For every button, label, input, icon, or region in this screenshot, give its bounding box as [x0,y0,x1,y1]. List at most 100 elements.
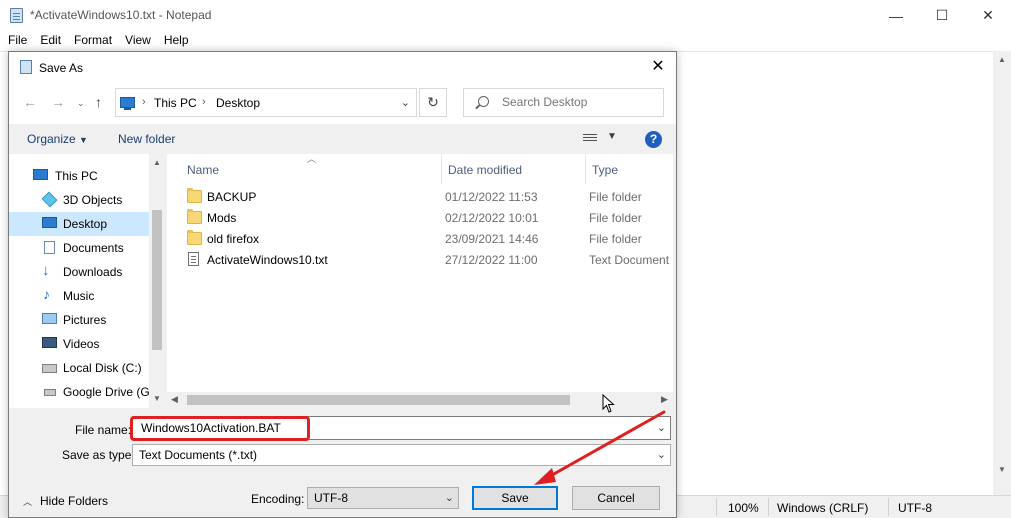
breadcrumb-this-pc[interactable]: This PC [154,96,197,110]
file-row-mods[interactable]: Mods 02/12/2022 10:01 File folder [179,208,673,229]
notepad-vertical-scrollbar[interactable]: ▲ ▼ [993,51,1011,495]
nav-item-documents[interactable]: Documents [9,236,149,260]
notepad-menu-bar: File Edit Format View Help [0,31,1011,51]
nav-item-this-pc[interactable]: This PC [9,164,149,188]
download-icon: ↓ [42,262,50,279]
nav-item-3d-objects[interactable]: 3D Objects [9,188,149,212]
save-as-type-value: Text Documents (*.txt) [139,448,258,462]
nav-item-label: Pictures [63,313,107,327]
menu-view[interactable]: View [117,31,156,51]
status-separator [716,498,717,516]
cancel-button[interactable]: Cancel [572,486,660,510]
scroll-down-icon[interactable]: ▼ [998,465,1006,474]
column-header-type[interactable]: Type [592,163,618,177]
notepad-icon [10,8,23,23]
menu-help[interactable]: Help [156,31,194,51]
chevron-down-icon[interactable]: ⌄ [445,491,454,504]
menu-file[interactable]: File [0,31,32,51]
nav-item-pictures[interactable]: Pictures [9,308,149,332]
help-icon[interactable]: ? [645,131,662,148]
organize-label: Organize [27,132,76,146]
organize-button[interactable]: Organize ▼ [27,132,88,146]
new-folder-button[interactable]: New folder [118,132,175,146]
recent-locations-icon[interactable]: ⌄ [77,98,85,109]
cube-icon [41,191,58,208]
refresh-button[interactable]: ↻ [419,88,447,117]
minimize-icon[interactable]: — [873,0,919,31]
chevron-down-icon[interactable]: ▼ [607,131,617,142]
file-name-highlight-box [130,416,310,441]
view-details-icon[interactable] [583,134,597,145]
up-arrow-icon[interactable]: ↑ [95,94,102,110]
status-separator [888,498,889,516]
nav-item-downloads[interactable]: ↓ Downloads [9,260,149,284]
nav-item-label: Music [63,289,95,303]
computer-icon [33,169,48,180]
nav-item-desktop[interactable]: Desktop [9,212,149,236]
desktop-icon [42,217,57,228]
chevron-right-icon[interactable]: › [142,96,146,108]
file-date: 02/12/2022 10:01 [445,211,539,225]
close-icon[interactable]: ✕ [965,0,1011,31]
scroll-left-icon[interactable]: ◀ [171,394,178,405]
nav-item-label: This PC [55,169,98,183]
file-row-backup[interactable]: BACKUP 01/12/2022 11:53 File folder [179,187,673,208]
search-input[interactable] [502,95,652,109]
save-button[interactable]: Save [472,486,558,510]
column-header-name[interactable]: Name [187,163,219,177]
menu-edit[interactable]: Edit [32,31,66,51]
refresh-icon: ↻ [427,94,439,110]
maximize-icon[interactable]: ☐ [919,0,965,31]
breadcrumb-desktop[interactable]: Desktop [216,96,260,110]
file-row-old-firefox[interactable]: old firefox 23/09/2021 14:46 File folder [179,229,673,250]
encoding-select[interactable]: UTF-8 ⌄ [307,487,459,509]
hide-folders-button[interactable]: ︿ Hide Folders [23,494,108,508]
chevron-down-icon: ▼ [79,135,88,145]
file-name-label: File name: [75,423,132,437]
back-arrow-icon[interactable]: ← [23,94,37,110]
status-encoding: UTF-8 [898,501,932,515]
nav-item-local-disk[interactable]: Local Disk (C:) [9,356,149,380]
scrollbar-thumb[interactable] [187,395,570,405]
hide-folders-label: Hide Folders [40,494,109,508]
file-type: File folder [589,232,642,246]
search-box[interactable] [463,88,664,117]
scroll-right-icon[interactable]: ▶ [661,394,668,405]
nav-item-label: Videos [63,337,100,351]
nav-item-label: Documents [63,241,124,255]
file-date: 01/12/2022 11:53 [445,190,538,204]
nav-item-music[interactable]: ♪ Music [9,284,149,308]
music-icon: ♪ [43,286,50,302]
chevron-down-icon[interactable]: ⌄ [401,96,410,109]
notepad-window-title: *ActivateWindows10.txt - Notepad [30,8,212,22]
chevron-right-icon[interactable]: › [202,96,206,108]
close-icon[interactable]: ✕ [648,57,668,77]
chevron-down-icon[interactable]: ⌄ [657,421,666,434]
forward-arrow-icon[interactable]: → [51,94,65,110]
scrollbar-thumb[interactable] [152,210,162,350]
status-zoom: 100% [728,501,759,515]
folder-icon [187,188,202,203]
file-date: 27/12/2022 11:00 [445,253,538,267]
scroll-up-icon[interactable]: ▲ [153,158,161,167]
chevron-down-icon[interactable]: ⌄ [657,448,666,461]
file-row-activatewindows10[interactable]: ActivateWindows10.txt 27/12/2022 11:00 T… [179,250,673,271]
text-file-icon [188,252,199,266]
scroll-down-icon[interactable]: ▼ [153,394,161,403]
column-separator[interactable] [441,154,442,184]
file-list-horizontal-scrollbar[interactable]: ◀ ▶ [167,392,673,408]
sort-ascending-icon: ︿ [307,154,317,164]
column-separator[interactable] [585,154,586,184]
nav-item-videos[interactable]: Videos [9,332,149,356]
save-as-type-select[interactable]: Text Documents (*.txt) ⌄ [132,444,671,466]
file-name: old firefox [207,232,260,246]
file-name: BACKUP [207,190,257,204]
address-bar[interactable]: › This PC › Desktop ⌄ [115,88,417,117]
column-header-date[interactable]: Date modified [448,163,522,177]
menu-format[interactable]: Format [66,31,117,51]
nav-item-google-drive[interactable]: Google Drive (G: [9,380,149,404]
folder-icon [187,209,202,224]
scroll-up-icon[interactable]: ▲ [998,55,1006,64]
nav-pane-scrollbar[interactable]: ▲ ▼ [149,154,165,408]
file-date: 23/09/2021 14:46 [445,232,539,246]
